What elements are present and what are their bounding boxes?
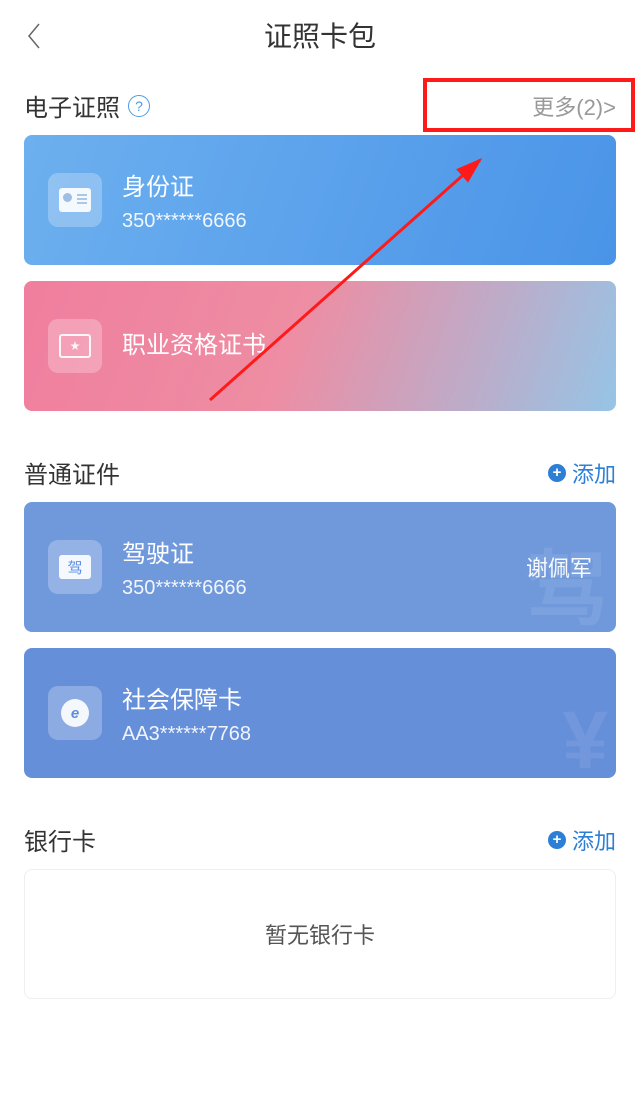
add-text: 添加 bbox=[572, 824, 616, 856]
page-title: 证照卡包 bbox=[264, 15, 376, 55]
card-text: 职业资格证书 bbox=[122, 325, 592, 368]
add-text: 添加 bbox=[572, 457, 616, 489]
plus-icon: + bbox=[548, 831, 566, 849]
more-link[interactable]: 更多(2)> bbox=[532, 90, 616, 122]
section-header-bank: 银行卡 + 添加 bbox=[0, 794, 640, 869]
card-title: 驾驶证 bbox=[122, 534, 526, 569]
empty-text: 暂无银行卡 bbox=[265, 918, 375, 950]
card-icon-wrap bbox=[48, 319, 102, 373]
section-title-text: 电子证照 bbox=[24, 88, 120, 123]
card-title: 身份证 bbox=[122, 167, 592, 202]
card-icon-wrap: e bbox=[48, 686, 102, 740]
card-title: 社会保障卡 bbox=[122, 680, 592, 715]
plus-icon: + bbox=[548, 464, 566, 482]
card-item[interactable]: 职业资格证书 bbox=[24, 281, 616, 411]
idcard-icon bbox=[59, 188, 91, 212]
electronic-card-list: 身份证 350******6666 职业资格证书 bbox=[0, 135, 640, 411]
normal-card-list: 驾驾驶证350******6666谢佩军驾e社会保障卡AA3******7768… bbox=[0, 502, 640, 778]
section-header-electronic: 电子证照 ? 更多(2)> bbox=[0, 70, 640, 135]
card-text: 社会保障卡 AA3******7768 bbox=[122, 680, 592, 746]
section-title-normal: 普通证件 bbox=[24, 455, 120, 490]
section-title-text: 普通证件 bbox=[24, 455, 120, 490]
card-right-text: 谢佩军 bbox=[526, 551, 592, 583]
header-bar: 证照卡包 bbox=[0, 0, 640, 70]
card-item[interactable]: e社会保障卡AA3******7768¥ bbox=[24, 648, 616, 778]
card-item[interactable]: 驾驾驶证350******6666谢佩军驾 bbox=[24, 502, 616, 632]
add-link-normal[interactable]: + 添加 bbox=[548, 457, 616, 489]
section-header-normal: 普通证件 + 添加 bbox=[0, 427, 640, 502]
add-link-bank[interactable]: + 添加 bbox=[548, 824, 616, 856]
help-icon[interactable]: ? bbox=[128, 95, 150, 117]
section-title-bank: 银行卡 bbox=[24, 822, 96, 857]
card-sub: 350******6666 bbox=[122, 210, 592, 233]
card-icon-wrap bbox=[48, 173, 102, 227]
card-title: 职业资格证书 bbox=[122, 325, 592, 360]
bank-empty-card: 暂无银行卡 bbox=[24, 869, 616, 999]
card-sub: AA3******7768 bbox=[122, 723, 592, 746]
card-icon-wrap: 驾 bbox=[48, 540, 102, 594]
cert-icon bbox=[59, 334, 91, 358]
card-text: 驾驶证 350******6666 bbox=[122, 534, 526, 600]
back-icon[interactable] bbox=[25, 22, 43, 50]
driver-icon: 驾 bbox=[59, 555, 91, 579]
card-item[interactable]: 身份证 350******6666 bbox=[24, 135, 616, 265]
section-title-text: 银行卡 bbox=[24, 822, 96, 857]
card-sub: 350******6666 bbox=[122, 577, 526, 600]
section-title-electronic: 电子证照 ? bbox=[24, 88, 150, 123]
ecard-icon: e bbox=[61, 699, 89, 727]
card-text: 身份证 350******6666 bbox=[122, 167, 592, 233]
